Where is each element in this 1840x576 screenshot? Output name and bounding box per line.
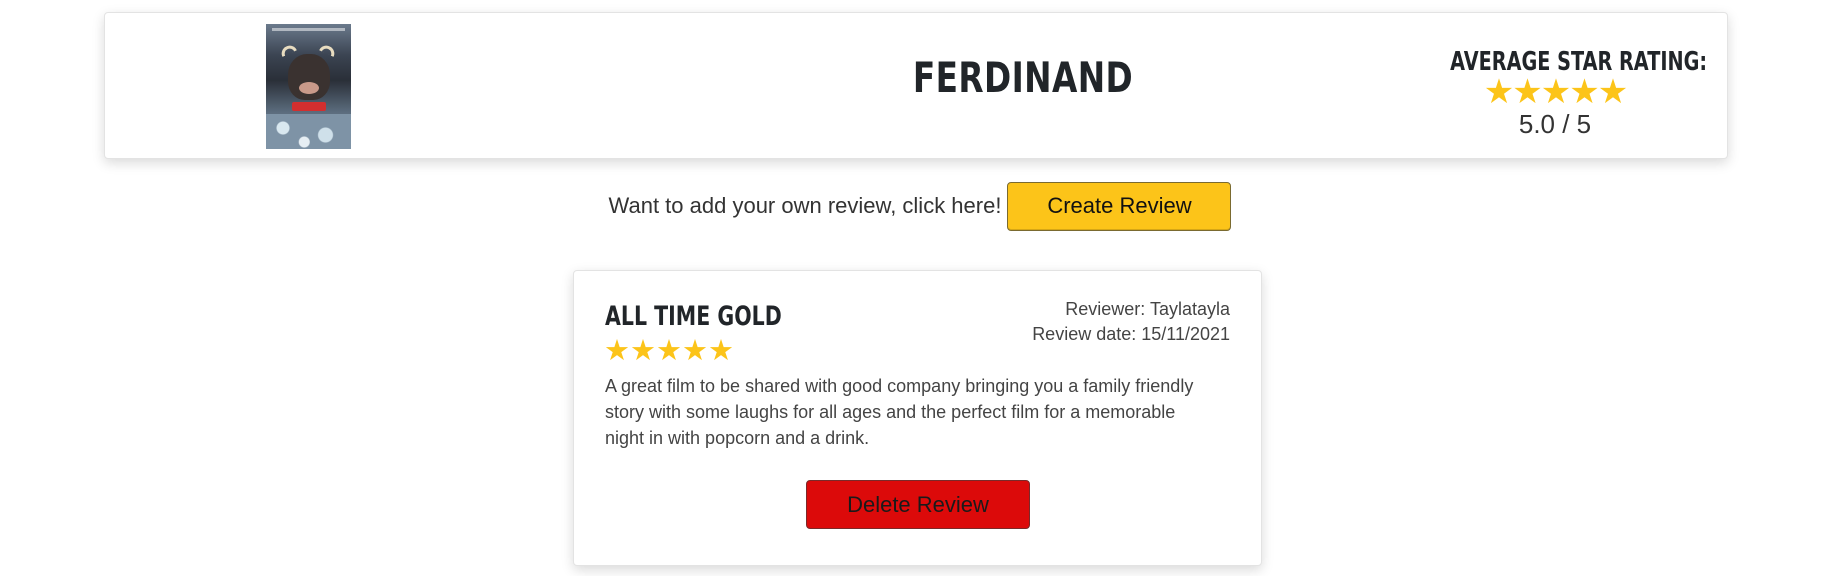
poster-horn-left bbox=[279, 42, 297, 58]
average-rating: AVERAGE STAR RATING: ★★★★★ 5.0 / 5 bbox=[1405, 47, 1708, 140]
average-rating-score: 5.0 / 5 bbox=[1518, 109, 1592, 139]
poster-snout bbox=[299, 82, 319, 94]
poster-logo bbox=[292, 102, 326, 111]
reviewer-name: Reviewer: Taylatayla bbox=[1065, 299, 1230, 319]
movie-title: FERDINAND bbox=[912, 53, 1134, 102]
delete-review-button[interactable]: Delete Review bbox=[806, 480, 1030, 529]
poster-credits bbox=[272, 28, 345, 31]
movie-poster-image bbox=[266, 24, 351, 149]
average-star-icons: ★★★★★ bbox=[1483, 73, 1628, 111]
poster-flowers bbox=[266, 114, 351, 149]
review-card: ALL TIME GOLD ★★★★★ Reviewer: Taylatayla… bbox=[573, 270, 1262, 566]
poster-horn-right bbox=[319, 42, 337, 58]
review-title: ALL TIME GOLD bbox=[605, 301, 782, 332]
create-review-button[interactable]: Create Review bbox=[1007, 181, 1232, 231]
review-date: Review date: 15/11/2021 bbox=[1032, 324, 1230, 344]
create-review-row: Want to add your own review, click here!… bbox=[0, 181, 1840, 231]
average-rating-label: AVERAGE STAR RATING: bbox=[1450, 47, 1708, 77]
review-star-icons: ★★★★★ bbox=[604, 335, 734, 367]
review-body: A great film to be shared with good comp… bbox=[605, 376, 1194, 448]
review-meta: Reviewer: Taylatayla Review date: 15/11/… bbox=[1032, 297, 1230, 347]
create-review-prompt: Want to add your own review, click here! bbox=[608, 193, 1002, 218]
movie-header-card: FERDINAND AVERAGE STAR RATING: ★★★★★ 5.0… bbox=[104, 12, 1728, 159]
